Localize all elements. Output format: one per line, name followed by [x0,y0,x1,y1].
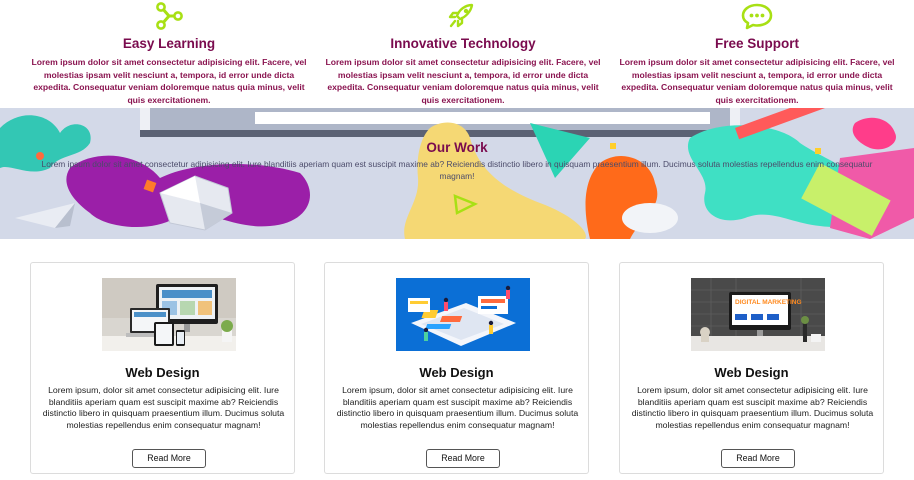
banner-text: Lorem ipsum dolor sit amet consectetur a… [41,159,873,181]
feature-free-support: Free Support Lorem ipsum dolor sit amet … [617,0,897,106]
devices-mockup-image [102,278,236,351]
feature-easy-learning: Easy Learning Lorem ipsum dolor sit amet… [29,0,309,106]
feature-text: Lorem ipsum dolor sit amet consectetur a… [619,57,895,105]
card-web-design-1: Web Design Lorem ipsum, dolor sit amet c… [30,262,295,474]
card-web-design-2: Web Design Lorem ipsum, dolor sit amet c… [324,262,589,474]
svg-text:DIGITAL MARKETING: DIGITAL MARKETING [735,299,802,306]
card-title: Web Design [125,365,200,380]
read-more-button[interactable]: Read More [132,449,206,468]
web-dev-illustration-image [396,278,530,351]
cards-section: Web Design Lorem ipsum, dolor sit amet c… [0,262,914,474]
feature-innovative-technology: Innovative Technology Lorem ipsum dolor … [323,0,603,106]
banner-title: Our Work [426,140,488,155]
feature-title: Innovative Technology [390,36,536,51]
chat-bubble-icon [741,3,773,30]
feature-title: Free Support [714,36,799,51]
card-title: Web Design [419,365,494,380]
our-work-banner: Our Work Lorem ipsum dolor sit amet cons… [0,108,914,239]
feature-title: Easy Learning [122,36,216,51]
feature-text: Lorem ipsum dolor sit amet consectetur a… [325,57,601,105]
card-title: Web Design [714,365,789,380]
rocket-icon [448,3,474,28]
card-text: Lorem ipsum, dolor sit amet consectetur … [631,385,874,430]
read-more-button[interactable]: Read More [426,449,500,468]
card-text: Lorem ipsum, dolor sit amet consectetur … [336,385,579,430]
feature-text: Lorem ipsum dolor sit amet consectetur a… [31,57,307,105]
digital-marketing-desk-image: DIGITAL MARKETING [691,278,825,351]
card-text: Lorem ipsum, dolor sit amet consectetur … [42,385,285,430]
read-more-button[interactable]: Read More [721,449,795,468]
features-section: Easy Learning Lorem ipsum dolor sit amet… [0,0,914,108]
share-nodes-icon [156,2,183,30]
card-web-design-3: DIGITAL MARKETING Web Design Lorem ipsum… [619,262,884,474]
